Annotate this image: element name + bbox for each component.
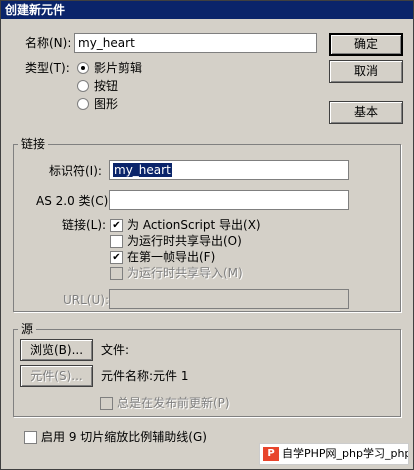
export-actionscript-checkbox[interactable]: ✔ [110,219,123,232]
identifier-value: my_heart [113,163,172,177]
type-option-button-label: 按钮 [94,79,119,93]
export-runtime-sharing-label: 为运行时共享导出(O) [127,234,242,248]
symbol-button: 元件(S)... [20,365,93,387]
url-input [109,289,349,309]
create-symbol-dialog: 创建新元件 名称(N): my_heart 类型(T): 影片剪辑 按钮 图形 … [0,0,414,470]
export-actionscript-label: 为 ActionScript 导出(X) [127,218,261,232]
scale-guides-checkbox[interactable] [24,431,37,444]
type-radio-movieclip[interactable] [77,62,89,74]
dialog-title: 创建新元件 [1,1,413,19]
type-option-graphic-label: 图形 [94,97,119,111]
identifier-input[interactable]: my_heart [109,160,349,180]
browse-button[interactable]: 浏览(B)... [20,339,93,361]
class-label: AS 2.0 类(C): [36,194,113,208]
source-group-title: 源 [18,322,37,336]
class-input[interactable] [109,190,349,210]
type-label: 类型(T): [25,61,70,75]
cancel-button[interactable]: 取消 [329,60,403,83]
site-watermark: P自学PHP网_php学习_php教程 [259,443,409,465]
type-radio-graphic[interactable] [77,98,89,110]
watermark-text: 自学PHP网_php学习_php教程 [282,447,408,460]
export-first-frame-checkbox[interactable]: ✔ [110,251,123,264]
file-label: 文件: [101,343,130,357]
type-radio-button[interactable] [77,80,89,92]
linkage-group-title: 链接 [18,137,49,151]
basic-button[interactable]: 基本 [329,101,403,124]
export-first-frame-label: 在第一帧导出(F) [127,250,216,264]
identifier-label: 标识符(I): [49,164,102,178]
url-label: URL(U): [63,293,109,307]
import-runtime-sharing-label: 为运行时共享导入(M) [127,266,243,280]
import-runtime-sharing-checkbox [110,267,123,280]
linkage-label: 链接(L): [62,218,107,232]
type-option-movieclip-label: 影片剪辑 [94,61,143,75]
ok-button[interactable]: 确定 [329,33,403,56]
symbol-name-label: 元件名称:元件 1 [101,369,189,383]
scale-guides-label: 启用 9 切片缩放比例辅助线(G) [41,430,207,444]
export-runtime-sharing-checkbox[interactable] [110,235,123,248]
name-input[interactable]: my_heart [74,33,317,53]
always-update-checkbox [100,397,113,410]
always-update-label: 总是在发布前更新(P) [117,396,230,410]
php-logo-icon: P [263,447,279,461]
name-label: 名称(N): [25,36,72,50]
